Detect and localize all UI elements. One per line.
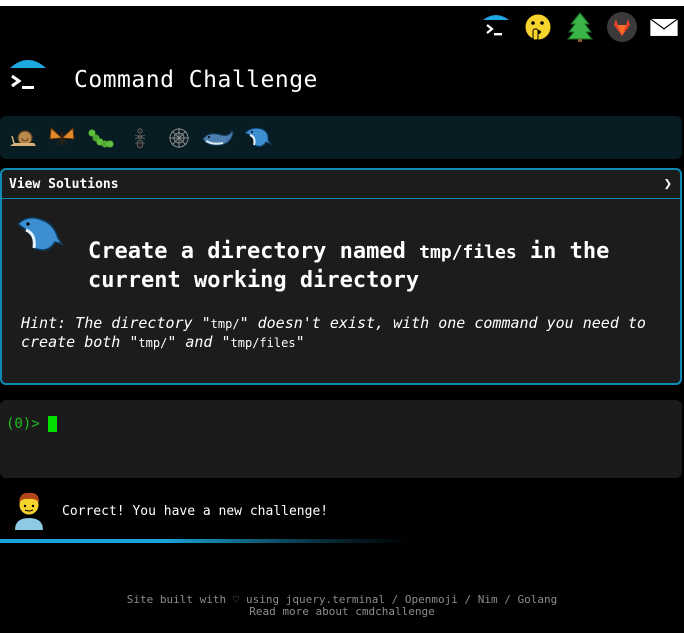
whale-icon[interactable] xyxy=(201,121,235,155)
view-solutions-toggle[interactable]: View Solutions ❯ xyxy=(2,170,680,199)
challenge-title-text: Create a directory named xyxy=(88,239,420,264)
spider-web-icon[interactable] xyxy=(162,121,196,155)
terminal-cursor xyxy=(48,416,57,432)
challenge-title-code: tmp/files xyxy=(419,242,517,263)
top-strip xyxy=(0,0,684,6)
pine-tree-icon[interactable] xyxy=(564,11,596,43)
footer-read-more-link[interactable]: Read more about cmdchallenge xyxy=(0,606,684,618)
app-title[interactable]: Command Challenge xyxy=(74,67,318,93)
hint-code: tmp/ xyxy=(210,317,240,331)
challenge-title: Create a directory named tmp/files in th… xyxy=(88,238,668,295)
ant-icon[interactable] xyxy=(123,121,157,155)
envelope-icon[interactable] xyxy=(648,11,680,43)
caterpillar-icon[interactable] xyxy=(84,121,118,155)
shushing-face-icon[interactable] xyxy=(522,11,554,43)
whale-icon xyxy=(14,210,64,264)
terminal-input[interactable]: (0)> xyxy=(0,400,682,478)
hint-text: " xyxy=(295,333,305,351)
terminal-icon[interactable] xyxy=(480,11,512,43)
top-icon-bar xyxy=(480,8,680,46)
footer: Site built with ♡ using jquery.terminal … xyxy=(0,594,684,618)
hint-text: " and " xyxy=(167,333,231,351)
hint-text: Hint: The directory " xyxy=(21,314,211,332)
terminal-umbrella-icon[interactable] xyxy=(8,56,48,104)
view-solutions-label[interactable]: View Solutions xyxy=(9,177,119,192)
message-text: Correct! You have a new challenge! xyxy=(62,503,329,519)
terminal-prompt: (0)> xyxy=(6,416,40,432)
challenge-panel: View Solutions ❯ Create a directory name… xyxy=(0,168,682,385)
level-bar xyxy=(0,116,682,159)
chevron-right-icon[interactable]: ❯ xyxy=(664,176,672,192)
divider xyxy=(0,539,410,543)
person-avatar-icon xyxy=(12,488,46,534)
challenge-hint: Hint: The directory "tmp/" doesn't exist… xyxy=(21,314,671,352)
snail-icon[interactable] xyxy=(6,121,40,155)
hint-code: tmp/files xyxy=(230,336,296,350)
status-message: Correct! You have a new challenge! xyxy=(12,488,328,534)
gitlab-icon[interactable] xyxy=(606,11,638,43)
butterfly-icon[interactable] xyxy=(45,121,79,155)
dolphin-icon[interactable] xyxy=(240,121,274,155)
brand: Command Challenge xyxy=(8,56,318,104)
hint-code: tmp/ xyxy=(138,336,168,350)
